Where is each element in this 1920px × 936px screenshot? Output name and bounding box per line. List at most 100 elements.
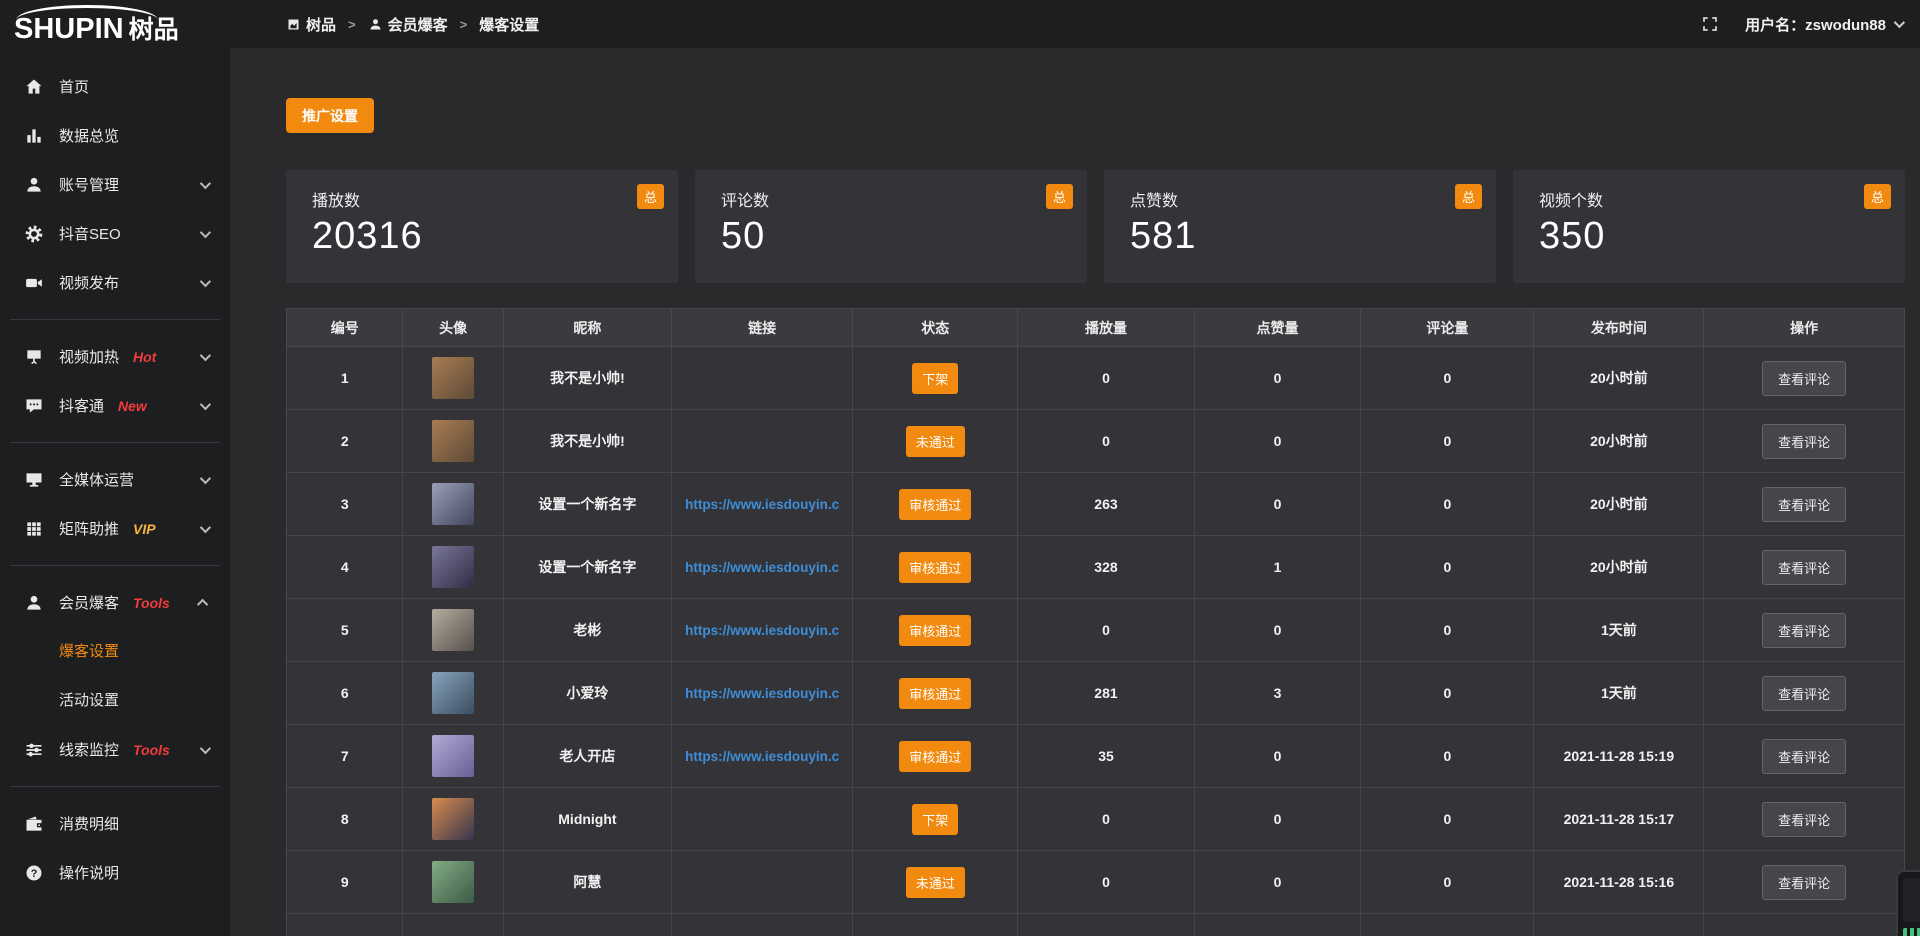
video-link[interactable]: https://www.iesdouyin.c (685, 497, 839, 512)
stat-value: 350 (1539, 215, 1905, 258)
sidebar-item-label: 视频加热 (59, 346, 119, 367)
breadcrumb: 树品>会员爆客>爆客设置 (286, 14, 539, 35)
breadcrumb-item[interactable]: 会员爆客 (368, 14, 448, 35)
topbar: 树品>会员爆客>爆客设置 用户名：zswodun88 (230, 0, 1920, 48)
sliders-icon (24, 740, 44, 760)
member-icon (24, 593, 44, 613)
view-comments-button[interactable]: 查看评论 (1762, 613, 1846, 648)
avatar (432, 672, 474, 714)
cell-id: 1 (287, 347, 403, 410)
cell-id: 5 (287, 599, 403, 662)
breadcrumb-separator: > (460, 17, 468, 32)
chart-icon (24, 126, 44, 146)
cell-comments: 0 (1361, 851, 1534, 914)
cell-status: 未通过 (853, 410, 1018, 473)
breadcrumb-item[interactable]: 树品 (286, 14, 336, 35)
video-icon (24, 273, 44, 293)
grid-icon (24, 519, 44, 539)
fullscreen-icon[interactable] (1701, 15, 1719, 33)
sidebar-item[interactable]: 首页 (0, 62, 230, 111)
cell-id: 9 (287, 851, 403, 914)
sidebar-item[interactable]: 会员爆客Tools (0, 578, 230, 627)
floating-support-widget[interactable] (1896, 870, 1920, 936)
column-header: 点赞量 (1194, 309, 1361, 347)
cell-likes: 0 (1194, 599, 1361, 662)
chevron-down-icon (200, 275, 211, 286)
promo-settings-button[interactable]: 推广设置 (286, 98, 374, 133)
cell-comments: 0 (1361, 788, 1534, 851)
chevron-down-icon (200, 177, 211, 188)
cell-link: https://www.iesdouyin.c (672, 473, 853, 536)
stat-label: 点赞数 (1130, 187, 1496, 211)
sidebar-item-label: 矩阵助推 (59, 518, 119, 539)
status-badge: 审核通过 (899, 678, 971, 709)
stat-total-badge: 总 (1455, 184, 1482, 209)
user-menu[interactable]: 用户名：zswodun88 (1745, 14, 1902, 35)
cell-plays: 328 (1018, 536, 1194, 599)
sidebar-subitem-active[interactable]: 爆客设置 (0, 627, 230, 676)
sidebar-item[interactable]: 抖客通New (0, 381, 230, 430)
table-row: 8Midnight下架0002021-11-28 15:17查看评论 (287, 788, 1905, 851)
cell-plays: 0 (1018, 788, 1194, 851)
view-comments-button[interactable]: 查看评论 (1762, 424, 1846, 459)
sidebar-item[interactable]: 抖音SEO (0, 209, 230, 258)
sidebar-item[interactable]: 线索监控Tools (0, 725, 230, 774)
sidebar-item[interactable]: 全媒体运营 (0, 455, 230, 504)
logo-text-cn: 树品 (129, 16, 179, 44)
sidebar-item[interactable]: 矩阵助推VIP (0, 504, 230, 553)
sidebar-subitem[interactable]: 活动设置 (0, 676, 230, 725)
cell-time: 2021-11-28 15:16 (1534, 851, 1704, 914)
table-row: 5老彬https://www.iesdouyin.c审核通过0001天前查看评论 (287, 599, 1905, 662)
widget-barcode (1903, 928, 1920, 936)
video-link[interactable]: https://www.iesdouyin.c (685, 686, 839, 701)
view-comments-button[interactable]: 查看评论 (1762, 487, 1846, 522)
sidebar-item[interactable]: 消费明细 (0, 799, 230, 848)
view-comments-button[interactable]: 查看评论 (1762, 802, 1846, 837)
video-link[interactable]: https://www.iesdouyin.c (685, 560, 839, 575)
view-comments-button[interactable]: 查看评论 (1762, 865, 1846, 900)
table-row: 7老人开店https://www.iesdouyin.c审核通过35002021… (287, 725, 1905, 788)
sidebar-divider (10, 442, 220, 443)
sidebar-item[interactable]: 账号管理 (0, 160, 230, 209)
home-icon (24, 77, 44, 97)
cell-status: 审核通过 (853, 536, 1018, 599)
sidebar-item[interactable]: 数据总览 (0, 111, 230, 160)
app-icon (286, 17, 301, 32)
status-badge: 下架 (912, 804, 958, 835)
cell-nickname: 老人开店 (503, 725, 671, 788)
sidebar-item-label: 抖客通 (59, 395, 104, 416)
sidebar: SHUPIN树品 首页数据总览账号管理抖音SEO视频发布视频加热Hot抖客通Ne… (0, 0, 230, 936)
avatar (432, 798, 474, 840)
avatar (432, 357, 474, 399)
view-comments-button[interactable]: 查看评论 (1762, 361, 1846, 396)
video-link[interactable]: https://www.iesdouyin.c (685, 749, 839, 764)
table-row: 9阿慧未通过0002021-11-28 15:16查看评论 (287, 851, 1905, 914)
cell-action: 查看评论 (1704, 788, 1905, 851)
status-badge: 审核通过 (899, 552, 971, 583)
stat-card: 评论数50总 (695, 170, 1087, 283)
sidebar-nav: 首页数据总览账号管理抖音SEO视频发布视频加热Hot抖客通New全媒体运营矩阵助… (0, 62, 230, 897)
brand-logo[interactable]: SHUPIN树品 (0, 0, 230, 62)
video-link[interactable]: https://www.iesdouyin.c (685, 623, 839, 638)
cell-nickname: 设置一个新名字 (503, 536, 671, 599)
table-row: 6小爱玲https://www.iesdouyin.c审核通过281301天前查… (287, 662, 1905, 725)
view-comments-button[interactable]: 查看评论 (1762, 550, 1846, 585)
cell-likes: 0 (1194, 473, 1361, 536)
cell-action: 查看评论 (1704, 410, 1905, 473)
stat-value: 20316 (312, 215, 678, 258)
sidebar-item[interactable]: ?操作说明 (0, 848, 230, 897)
chevron-down-icon (200, 226, 211, 237)
sidebar-item[interactable]: 视频加热Hot (0, 332, 230, 381)
user-icon (24, 175, 44, 195)
table-row: 3设置一个新名字https://www.iesdouyin.c审核通过26300… (287, 473, 1905, 536)
view-comments-button[interactable]: 查看评论 (1762, 676, 1846, 711)
cell-time: 20小时前 (1534, 410, 1704, 473)
chevron-down-icon (200, 349, 211, 360)
cell-comments: 0 (1361, 725, 1534, 788)
cell-plays: 263 (1018, 473, 1194, 536)
sidebar-item[interactable]: 视频发布 (0, 258, 230, 307)
main-content: 推广设置 播放数20316总评论数50总点赞数581总视频个数350总 编号头像… (230, 48, 1920, 936)
chevron-down-icon (200, 398, 211, 409)
view-comments-button[interactable]: 查看评论 (1762, 739, 1846, 774)
cell-plays: 0 (1018, 347, 1194, 410)
